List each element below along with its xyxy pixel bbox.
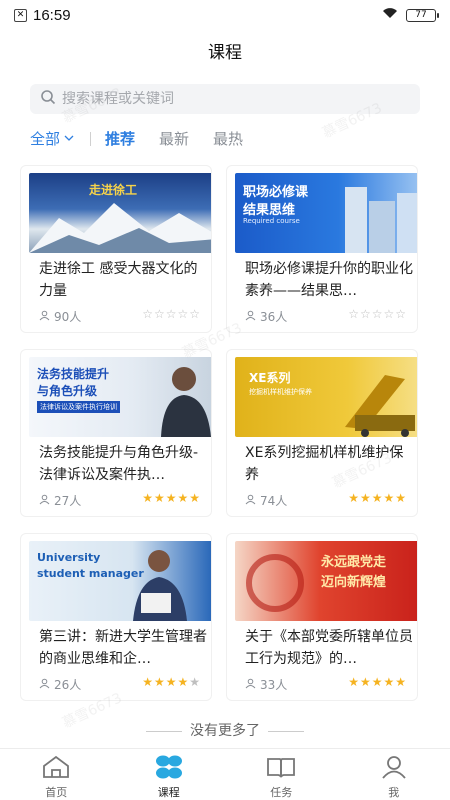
- thumbnail-subtext: student manager: [37, 567, 144, 580]
- course-card[interactable]: 法务技能提升 与角色升级 法律诉讼及案件执行培训 法务技能提升与角色升级-法律诉…: [20, 349, 212, 517]
- course-title: 走进徐工 感受大器文化的力量: [39, 261, 198, 299]
- enroll-count: 90人: [39, 308, 81, 325]
- thumbnail-text: 职场必修课: [243, 185, 309, 200]
- list-end-indicator: 没有更多了: [0, 720, 450, 740]
- user-icon: [39, 678, 50, 692]
- enroll-count: 74人: [245, 492, 287, 509]
- user-icon: [245, 678, 256, 692]
- rating-stars: ★★★★★: [142, 491, 201, 505]
- course-thumbnail: 走进徐工: [29, 173, 211, 253]
- course-thumbnail: 永远跟党走 迈向新辉煌: [235, 541, 417, 621]
- tab-me-label: 我: [388, 786, 400, 799]
- thumbnail-text: 法务技能提升: [37, 367, 110, 381]
- user-icon: [39, 310, 50, 324]
- course-title: 关于《本部党委所辖单位员工行为规范》的…: [245, 629, 413, 667]
- tab-course-label: 课程: [157, 786, 180, 799]
- enroll-count-text: 74人: [260, 494, 288, 508]
- enroll-count: 27人: [39, 492, 81, 509]
- filter-divider: [90, 131, 92, 146]
- status-bar: ✕ 16:59 77: [0, 0, 450, 30]
- tab-latest[interactable]: 最新: [159, 128, 189, 149]
- course-card[interactable]: University student manager 第三讲：新进大学生管理者的…: [20, 533, 212, 701]
- course-title: XE系列挖掘机样机维护保养: [245, 445, 404, 483]
- course-thumbnail: University student manager: [29, 541, 211, 621]
- no-more-text: 没有更多了: [190, 723, 260, 739]
- tab-course[interactable]: 课程: [113, 749, 226, 800]
- wifi-icon: [382, 7, 398, 23]
- rating-stars: ☆☆☆☆☆: [348, 307, 407, 321]
- tab-task[interactable]: 任务: [225, 749, 338, 800]
- enroll-count-text: 36人: [260, 310, 288, 324]
- enroll-count-text: 33人: [260, 678, 288, 692]
- course-thumbnail: 职场必修课 结果思维 Required course: [235, 173, 417, 253]
- user-icon: [245, 494, 256, 508]
- thumbnail-caption: 法律诉讼及案件执行培训: [37, 401, 120, 413]
- thumbnail-subtext: 与角色升级: [37, 384, 98, 398]
- notification-icon: ✕: [14, 8, 27, 22]
- search-input[interactable]: [62, 91, 392, 107]
- course-card[interactable]: XE系列 挖掘机样机维护保养 XE系列挖掘机样机维护保养 74人 ★★★★★: [226, 349, 418, 517]
- thumbnail-text: 永远跟党走: [321, 555, 387, 570]
- thumbnail-text: University: [37, 551, 101, 564]
- search-bar[interactable]: [30, 84, 420, 114]
- thumbnail-text: XE系列: [249, 371, 291, 385]
- home-icon: [41, 755, 71, 782]
- thumbnail-subtext: 结果思维: [243, 203, 296, 218]
- course-title: 法务技能提升与角色升级-法律诉讼及案件执…: [39, 445, 199, 483]
- tab-task-label: 任务: [270, 786, 293, 799]
- filter-bar: 全部 推荐 最新 最热: [30, 128, 267, 149]
- rating-stars: ☆☆☆☆☆: [142, 307, 201, 321]
- course-card[interactable]: 走进徐工 走进徐工 感受大器文化的力量 90人 ☆☆☆☆☆: [20, 165, 212, 333]
- enroll-count: 36人: [245, 308, 287, 325]
- course-card[interactable]: 永远跟党走 迈向新辉煌 关于《本部党委所辖单位员工行为规范》的… 33人 ★★★…: [226, 533, 418, 701]
- filter-all-dropdown[interactable]: 全部: [30, 128, 74, 149]
- course-card[interactable]: 职场必修课 结果思维 Required course 职场必修课提升你的职业化素…: [226, 165, 418, 333]
- rating-stars: ★★★★★: [348, 675, 407, 689]
- enroll-count-text: 26人: [54, 678, 82, 692]
- search-icon: [40, 89, 56, 109]
- thumbnail-caption: Required course: [243, 217, 300, 225]
- thumbnail-subtext: 挖掘机样机维护保养: [249, 388, 312, 396]
- course-icon: [154, 755, 184, 782]
- thumbnail-text: 走进徐工: [89, 183, 138, 197]
- divider-line: [268, 730, 304, 732]
- page-title: 课程: [208, 43, 242, 63]
- rating-stars: ★★★★★: [142, 675, 201, 689]
- chevron-down-icon: [64, 133, 74, 144]
- course-title: 第三讲：新进大学生管理者的商业思维和企…: [39, 629, 207, 667]
- enroll-count-text: 90人: [54, 310, 82, 324]
- user-icon: [245, 310, 256, 324]
- person-icon: [379, 755, 409, 782]
- user-icon: [39, 494, 50, 508]
- enroll-count-text: 27人: [54, 494, 82, 508]
- book-icon: [266, 755, 296, 782]
- tab-hottest[interactable]: 最热: [213, 128, 243, 149]
- bottom-tab-bar: 首页 课程 任务 我: [0, 748, 450, 800]
- course-thumbnail: XE系列 挖掘机样机维护保养: [235, 357, 417, 437]
- rating-stars: ★★★★★: [348, 491, 407, 505]
- tab-home[interactable]: 首页: [0, 749, 113, 800]
- course-title: 职场必修课提升你的职业化素养——结果思…: [245, 261, 413, 299]
- enroll-count: 33人: [245, 676, 287, 693]
- thumbnail-subtext: 迈向新辉煌: [321, 575, 387, 590]
- filter-all-label: 全部: [30, 130, 61, 148]
- divider-line: [146, 730, 182, 732]
- status-time: 16:59: [33, 6, 71, 24]
- course-thumbnail: 法务技能提升 与角色升级 法律诉讼及案件执行培训: [29, 357, 211, 437]
- tab-me[interactable]: 我: [338, 749, 450, 800]
- enroll-count: 26人: [39, 676, 81, 693]
- tab-home-label: 首页: [45, 786, 68, 799]
- battery-icon: 77: [406, 8, 439, 22]
- tab-recommend[interactable]: 推荐: [105, 128, 135, 149]
